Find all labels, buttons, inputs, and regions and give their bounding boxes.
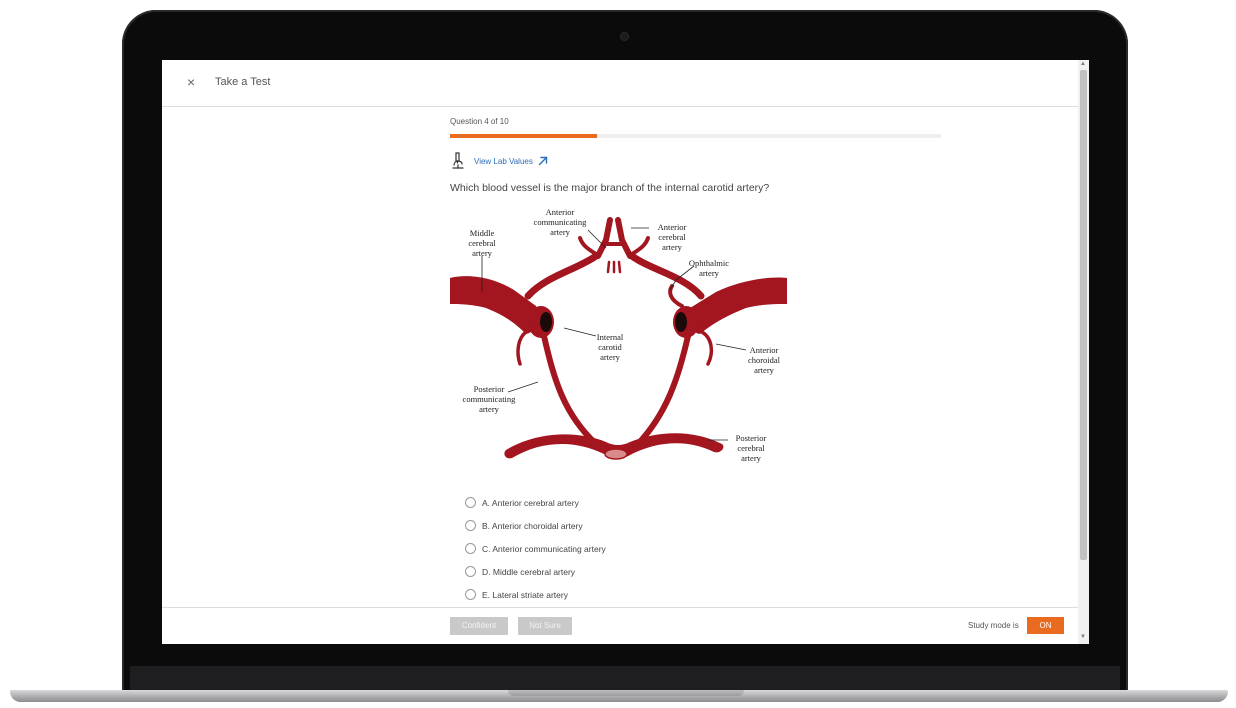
answer-option-c[interactable]: C. Anterior communicating artery [465,537,606,560]
microscope-icon [452,152,464,169]
label-posterior-cerebral-3: artery [741,453,762,463]
close-icon[interactable]: × [187,74,195,90]
label-anterior-communicating-2: communicating [534,217,588,227]
option-label: D. Middle cerebral artery [482,566,576,577]
scroll-up-icon[interactable]: ▲ [1080,61,1086,67]
scrollbar[interactable]: ▲ ▼ [1078,60,1089,644]
label-anterior-cerebral-1: Anterior [658,222,687,232]
label-anterior-choroidal-3: artery [754,365,775,375]
screen: × Take a Test ▲ ▼ Question 4 of 10 View … [162,60,1089,644]
progress-fill [450,134,598,138]
label-posterior-communicating-3: artery [479,404,500,414]
study-mode-toggle[interactable]: ON [1027,617,1064,634]
label-anterior-communicating-3: artery [550,227,571,237]
label-middle-cerebral-3: artery [472,248,493,258]
laptop-chin [130,666,1120,690]
progress-bar [450,134,941,138]
radio-button[interactable] [465,497,476,508]
bottom-bar: Confident Not Sure Study mode is ON [162,607,1078,644]
label-middle-cerebral-2: cerebral [468,238,496,248]
scroll-thumb[interactable] [1080,70,1087,560]
answer-option-b[interactable]: B. Anterior choroidal artery [465,514,606,537]
answer-option-e[interactable]: E. Lateral striate artery [465,583,606,606]
circle-of-willis-diagram: Anterior communicating artery Anterior c… [450,207,787,463]
view-lab-values-link[interactable]: View Lab Values [474,157,533,166]
answer-option-d[interactable]: D. Middle cerebral artery [465,560,606,583]
lab-values-row[interactable]: View Lab Values [450,151,548,171]
label-middle-cerebral-1: Middle [470,228,495,238]
label-anterior-choroidal-1: Anterior [750,345,779,355]
radio-button[interactable] [465,520,476,531]
external-link-icon[interactable] [538,156,548,166]
option-label: A. Anterior cerebral artery [482,497,579,508]
label-anterior-cerebral-2: cerebral [658,232,686,242]
label-anterior-choroidal-2: choroidal [748,355,781,365]
label-anterior-communicating-1: Anterior [546,207,575,217]
option-label: C. Anterior communicating artery [482,543,606,554]
answer-option-a[interactable]: A. Anterior cerebral artery [465,491,606,514]
radio-button[interactable] [465,566,476,577]
label-posterior-cerebral-2: cerebral [737,443,765,453]
question-text: Which blood vessel is the major branch o… [450,182,770,194]
page-title: Take a Test [215,76,271,88]
label-internal-carotid-3: artery [600,352,621,362]
answer-options: A. Anterior cerebral artery B. Anterior … [465,491,606,606]
option-label: B. Anterior choroidal artery [482,520,583,531]
radio-button[interactable] [465,543,476,554]
scroll-down-icon[interactable]: ▼ [1080,634,1086,640]
label-posterior-communicating-1: Posterior [474,384,505,394]
question-counter: Question 4 of 10 [450,117,509,126]
label-anterior-cerebral-3: artery [662,242,683,252]
label-ophthalmic-1: Ophthalmic [689,258,729,268]
label-internal-carotid-1: Internal [597,332,624,342]
top-bar: × Take a Test [162,60,1078,107]
webcam [621,33,628,40]
study-mode-label: Study mode is [968,621,1019,630]
label-posterior-cerebral-1: Posterior [736,433,767,443]
laptop-notch [508,690,744,696]
label-posterior-communicating-2: communicating [463,394,517,404]
radio-button[interactable] [465,589,476,600]
not-sure-button[interactable]: Not Sure [518,617,572,635]
label-internal-carotid-2: carotid [598,342,622,352]
confident-button[interactable]: Confident [450,617,508,635]
label-ophthalmic-2: artery [699,268,720,278]
option-label: E. Lateral striate artery [482,589,568,600]
